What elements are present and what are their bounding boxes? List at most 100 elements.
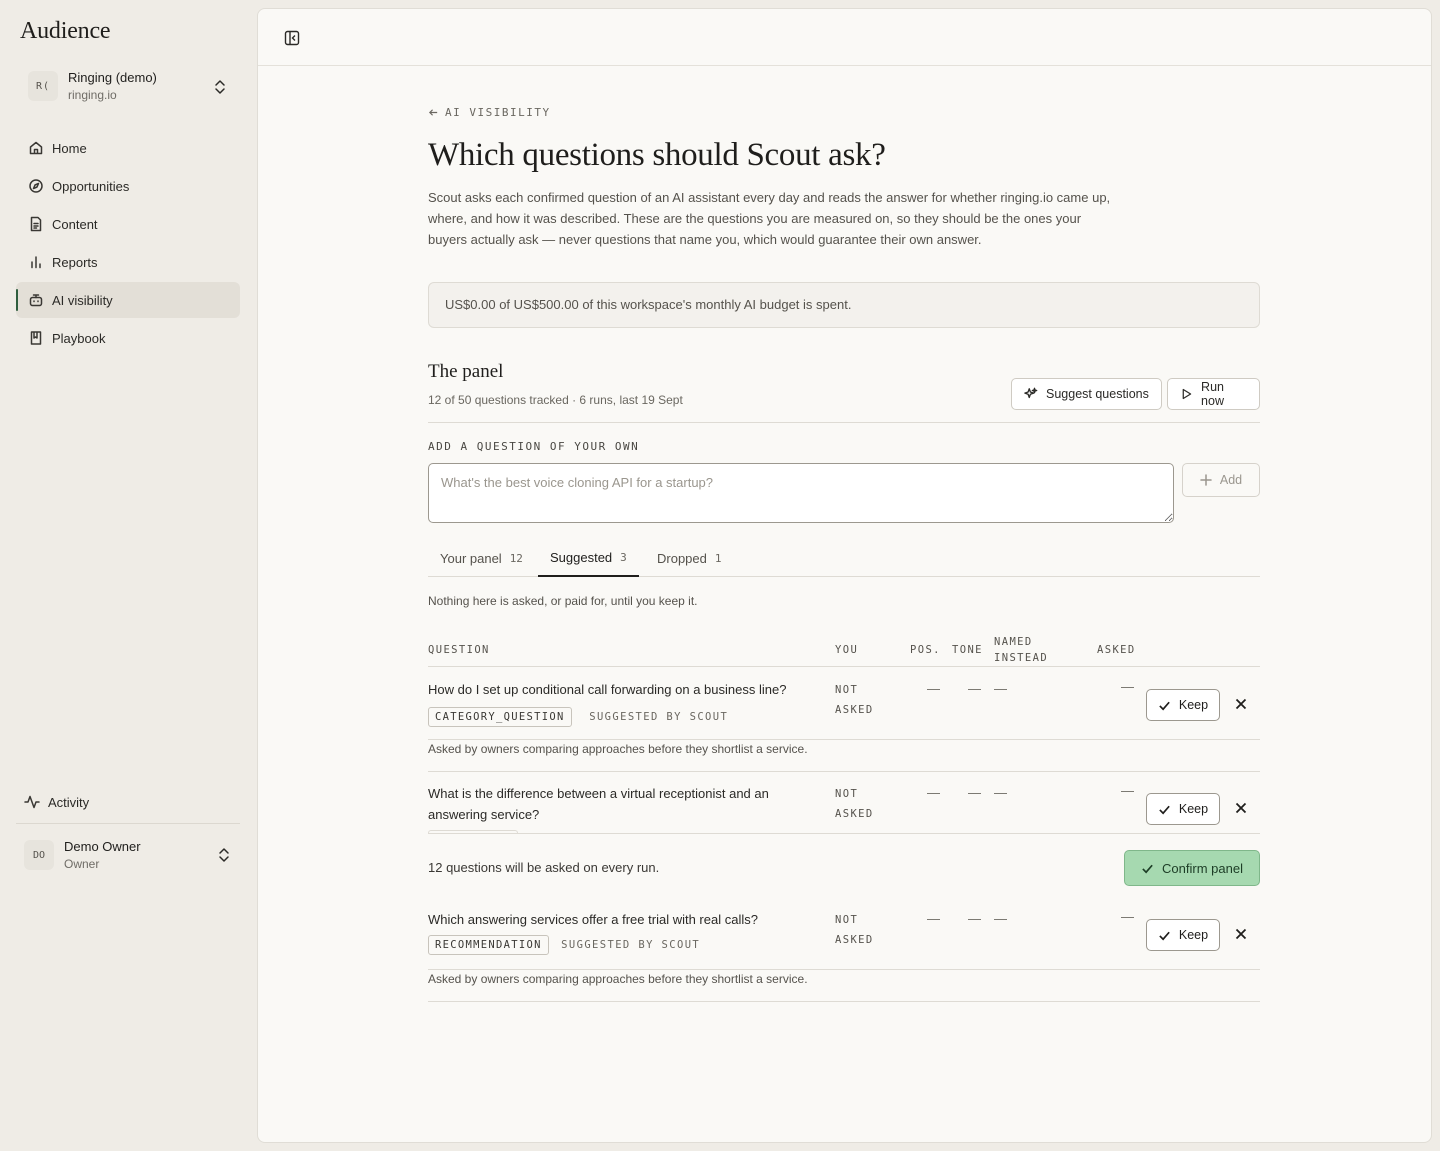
you-status-line-2: ASKED [835, 704, 874, 716]
workspace-avatar: R( [28, 71, 58, 101]
tab-label: Your panel [440, 550, 502, 566]
nav-item-opportunities[interactable]: Opportunities [16, 168, 240, 204]
confirm-panel-bar: 12 questions will be asked on every run.… [428, 833, 1260, 899]
row-divider [428, 969, 1260, 970]
nav-item-label: AI visibility [52, 292, 113, 308]
tab-suggested[interactable]: Suggested 3 [538, 539, 639, 577]
user-role: Owner [64, 857, 100, 871]
avatar: DO [24, 840, 54, 870]
add-question-label: ADD A QUESTION OF YOUR OWN [428, 440, 640, 453]
column-tone: TONE [952, 644, 983, 656]
question-text: How do I set up conditional call forward… [428, 682, 787, 697]
question-line-1: What is the difference between a virtual… [428, 786, 769, 801]
plus-icon [1200, 474, 1212, 486]
question-input[interactable] [428, 463, 1174, 523]
asked-value: — [1121, 909, 1134, 924]
activity-icon [24, 795, 40, 809]
check-icon [1142, 864, 1153, 873]
add-question-button[interactable]: Add [1182, 463, 1260, 497]
row-divider [428, 739, 1260, 740]
panel-meta: 12 of 50 questions tracked · 6 runs, las… [428, 393, 683, 407]
sidebar-divider [16, 823, 240, 824]
dismiss-button[interactable] [1234, 927, 1250, 943]
close-icon [1235, 698, 1247, 710]
close-icon [1235, 802, 1247, 814]
sidebar-toggle-icon[interactable] [284, 30, 300, 46]
page-title: Which questions should Scout ask? [428, 137, 886, 173]
back-link[interactable]: AI VISIBILITY [428, 106, 551, 119]
user-menu[interactable]: DO Demo Owner Owner [16, 832, 240, 878]
check-icon [1159, 805, 1170, 814]
tab-count: 12 [509, 551, 523, 565]
workspace-switcher[interactable]: R( Ringing (demo) ringing.io [16, 64, 240, 110]
workspace-name: Ringing (demo) [68, 70, 157, 85]
you-status-line-2: ASKED [835, 934, 874, 946]
dismiss-button[interactable] [1234, 697, 1250, 713]
keep-button[interactable]: Keep [1146, 919, 1220, 951]
question-rationale: Asked by owners comparing approaches bef… [428, 742, 808, 756]
source-label: SUGGESTED BY SCOUT [589, 711, 729, 723]
suggest-questions-button[interactable]: Suggest questions [1011, 378, 1162, 410]
check-icon [1159, 931, 1170, 940]
column-named-instead: NAMED INSTEAD [994, 634, 1048, 666]
tab-label: Suggested [550, 549, 613, 565]
home-icon [29, 141, 43, 155]
bar-chart-icon [31, 256, 41, 269]
workspace-domain: ringing.io [68, 88, 117, 102]
chevron-up-down-icon [215, 80, 225, 94]
nav-item-content[interactable]: Content [16, 206, 240, 242]
pos-value: — [927, 785, 940, 800]
nav-item-playbook[interactable]: Playbook [16, 320, 240, 356]
tab-your-panel[interactable]: Your panel 12 [428, 539, 535, 577]
keep-label: Keep [1178, 928, 1209, 942]
you-status-line-1: NOT [835, 788, 859, 800]
source-label: SUGGESTED BY SCOUT [561, 939, 701, 951]
you-status: NOT ASKED [835, 680, 874, 720]
keep-button[interactable]: Keep [1146, 793, 1220, 825]
dismiss-button[interactable] [1234, 801, 1250, 817]
user-name: Demo Owner [64, 839, 141, 854]
run-now-button[interactable]: Run now [1167, 378, 1260, 410]
named-instead-value: — [994, 681, 1007, 696]
nav-item-ai-visibility[interactable]: AI visibility [16, 282, 240, 318]
pos-value: — [927, 681, 940, 696]
chevron-up-down-icon [219, 848, 229, 862]
nav-item-reports[interactable]: Reports [16, 244, 240, 280]
panel-title: The panel [428, 361, 504, 382]
named-instead-value: — [994, 911, 1007, 926]
nav-item-home[interactable]: Home [16, 130, 240, 166]
you-status: NOT ASKED [835, 910, 874, 950]
activity-link[interactable]: Activity [16, 784, 240, 820]
column-asked: ASKED [1097, 644, 1136, 656]
suggest-questions-label: Suggest questions [1046, 387, 1149, 401]
tab-dropped[interactable]: Dropped 1 [645, 539, 734, 577]
sparkle-icon [1024, 387, 1038, 399]
column-you: YOU [835, 644, 859, 656]
you-status-line-1: NOT [835, 684, 859, 696]
keep-label: Keep [1178, 698, 1209, 712]
keep-button[interactable]: Keep [1146, 689, 1220, 721]
tone-value: — [968, 681, 981, 696]
tab-count: 3 [620, 550, 627, 564]
run-now-label: Run now [1201, 380, 1224, 408]
close-icon [1235, 928, 1247, 940]
divider [428, 422, 1260, 423]
nav-item-label: Playbook [52, 330, 106, 346]
pos-value: — [927, 911, 940, 926]
check-icon [1159, 701, 1170, 710]
question-text: What is the difference between a virtual… [428, 783, 769, 825]
suggested-note: Nothing here is asked, or paid for, unti… [428, 594, 698, 608]
table-header: QUESTION YOU POS. TONE NAMED INSTEAD ASK… [428, 627, 1260, 667]
book-icon [30, 331, 42, 345]
column-pos: POS. [910, 644, 941, 656]
play-icon [1182, 388, 1192, 400]
tab-count: 1 [714, 551, 722, 565]
tab-label: Dropped [657, 550, 707, 566]
confirm-panel-button[interactable]: Confirm panel [1124, 850, 1260, 886]
row-divider [428, 1001, 1260, 1002]
confirm-button-label: Confirm panel [1162, 860, 1243, 876]
you-status: NOT ASKED [835, 784, 874, 824]
nav-item-label: Opportunities [52, 178, 130, 194]
question-text: Which answering services offer a free tr… [428, 912, 758, 927]
top-bar [258, 9, 1431, 66]
